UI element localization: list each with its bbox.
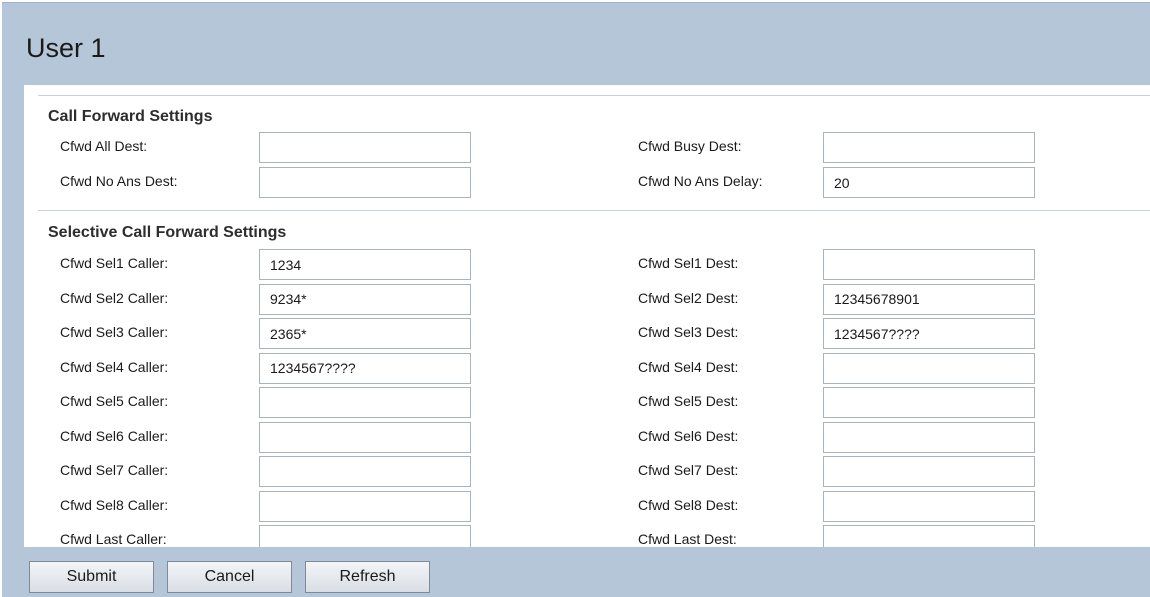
cfwd-no-ans-dest-input[interactable] <box>259 167 471 198</box>
cfwd-sel5-dest-label: Cfwd Sel5 Dest: <box>638 393 739 409</box>
cfwd-sel5-dest-input[interactable] <box>823 387 1035 418</box>
cfwd-sel4-dest-input[interactable] <box>823 352 1035 384</box>
cfwd-sel8-caller-input[interactable] <box>259 490 471 522</box>
cfwd-sel7-caller-label: Cfwd Sel7 Caller: <box>60 462 169 478</box>
cfwd-sel7-caller-input[interactable] <box>259 456 471 487</box>
cfwd-sel3-dest-input[interactable] <box>823 318 1035 349</box>
call-forward-section-title: Call Forward Settings <box>48 108 213 125</box>
cfwd-sel1-dest-input[interactable] <box>823 249 1035 280</box>
cfwd-sel1-caller-label: Cfwd Sel1 Caller: <box>60 255 169 271</box>
page-title: User 1 <box>26 33 106 63</box>
refresh-button[interactable]: Refresh <box>305 561 430 593</box>
submit-button[interactable]: Submit <box>29 561 154 593</box>
cfwd-sel4-caller-label: Cfwd Sel4 Caller: <box>60 358 169 375</box>
cfwd-sel3-caller-label: Cfwd Sel3 Caller: <box>60 324 169 340</box>
cfwd-last-caller-input[interactable] <box>259 525 471 547</box>
cfwd-sel2-caller-input[interactable] <box>259 283 471 315</box>
cfwd-sel8-dest-label: Cfwd Sel8 Dest: <box>638 496 739 513</box>
cfwd-sel5-caller-label: Cfwd Sel5 Caller: <box>60 393 169 409</box>
cfwd-all-dest-input[interactable] <box>259 132 471 163</box>
cfwd-sel6-dest-label: Cfwd Sel6 Dest: <box>638 427 739 444</box>
cfwd-last-caller-label: Cfwd Last Caller: <box>60 531 167 547</box>
app-window: User 1 Call Forward Settings Cfwd All De… <box>0 0 1150 597</box>
page-header: User 1 <box>2 2 1150 86</box>
cfwd-sel7-dest-input[interactable] <box>823 456 1035 487</box>
cfwd-busy-dest-input[interactable] <box>823 132 1035 163</box>
settings-panel: Call Forward Settings Cfwd All Dest: Cfw… <box>24 85 1150 547</box>
section-divider <box>38 210 1150 211</box>
cfwd-sel6-caller-label: Cfwd Sel6 Caller: <box>60 427 169 444</box>
left-rail <box>2 85 24 547</box>
cfwd-no-ans-dest-label: Cfwd No Ans Dest: <box>60 173 178 189</box>
cfwd-sel5-caller-input[interactable] <box>259 387 471 418</box>
cfwd-no-ans-delay-input[interactable] <box>823 167 1035 198</box>
cfwd-sel8-caller-label: Cfwd Sel8 Caller: <box>60 496 169 513</box>
cfwd-sel7-dest-label: Cfwd Sel7 Dest: <box>638 462 739 478</box>
action-bar: Submit Cancel Refresh <box>2 547 1150 597</box>
cfwd-sel6-caller-input[interactable] <box>259 421 471 453</box>
section-divider <box>38 95 1150 96</box>
cfwd-sel1-caller-input[interactable] <box>259 249 471 280</box>
cfwd-sel6-dest-input[interactable] <box>823 421 1035 453</box>
cfwd-last-dest-input[interactable] <box>823 525 1035 547</box>
cfwd-sel8-dest-input[interactable] <box>823 490 1035 522</box>
cfwd-sel2-caller-label: Cfwd Sel2 Caller: <box>60 289 169 306</box>
cfwd-sel1-dest-label: Cfwd Sel1 Dest: <box>638 255 739 271</box>
cfwd-busy-dest-label: Cfwd Busy Dest: <box>638 138 742 154</box>
cfwd-sel2-dest-input[interactable] <box>823 283 1035 315</box>
cfwd-sel3-dest-label: Cfwd Sel3 Dest: <box>638 324 739 340</box>
cfwd-sel4-caller-input[interactable] <box>259 352 471 384</box>
cfwd-no-ans-delay-label: Cfwd No Ans Delay: <box>638 173 763 189</box>
cancel-button[interactable]: Cancel <box>167 561 292 593</box>
cfwd-sel2-dest-label: Cfwd Sel2 Dest: <box>638 289 739 306</box>
cfwd-sel4-dest-label: Cfwd Sel4 Dest: <box>638 358 739 375</box>
cfwd-last-dest-label: Cfwd Last Dest: <box>638 531 737 547</box>
cfwd-all-dest-label: Cfwd All Dest: <box>60 138 148 154</box>
cfwd-sel3-caller-input[interactable] <box>259 318 471 349</box>
selective-forward-section-title: Selective Call Forward Settings <box>48 224 287 241</box>
